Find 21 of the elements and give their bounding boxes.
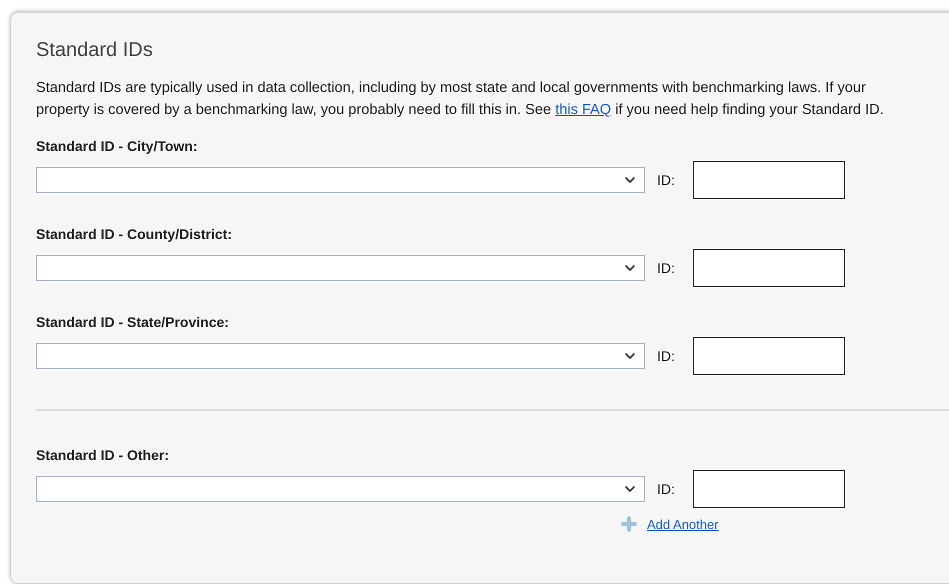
id-label: ID: [657, 348, 675, 364]
dropdown-field[interactable] [36, 343, 645, 369]
id-input-field[interactable] [692, 470, 845, 508]
field-label: Standard ID - City/Town: [36, 138, 199, 154]
description-text: Standard IDs are typically used in data collection, including by most state and local governments with benchmarking laws. If your property is covered by a benchmarking law, you probably need to fill this in. See this FAQ if you need help finding your Standard ID. [36, 79, 885, 120]
id-input-field[interactable] [692, 161, 845, 199]
field-label: Standard ID - Other: [36, 447, 170, 463]
dropdown-field[interactable] [36, 476, 645, 502]
id-label: ID: [657, 481, 675, 497]
add-another-link[interactable]: Add Another [647, 516, 719, 532]
id-input-field[interactable] [692, 337, 845, 375]
id-input-field[interactable] [692, 249, 845, 287]
dropdown-field[interactable] [36, 167, 645, 193]
field-label: Standard ID - County/District: [36, 226, 234, 242]
faq-link[interactable]: this FAQ [555, 102, 612, 118]
section-title: Standard IDs [36, 39, 154, 62]
dropdown-field[interactable] [36, 255, 645, 281]
id-label: ID: [657, 172, 675, 188]
plus-icon [619, 514, 639, 534]
id-label: ID: [657, 260, 675, 276]
field-label: Standard ID - State/Province: [36, 314, 230, 330]
